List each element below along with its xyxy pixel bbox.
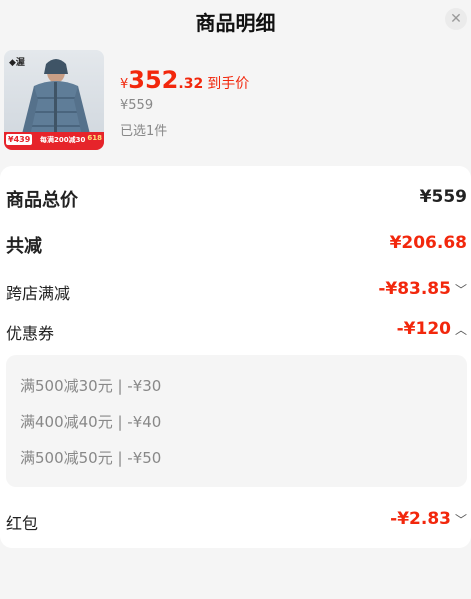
coupon-item: 满500减50元 | -¥50 bbox=[20, 449, 162, 467]
red-packet-value-wrap: -¥2.83 ﹀ bbox=[390, 509, 467, 529]
row-total: 商品总价 ¥559 bbox=[0, 180, 471, 216]
total-value: ¥559 bbox=[419, 187, 467, 207]
cross-store-value-wrap: -¥83.85 ﹀ bbox=[378, 279, 467, 299]
coupon-value: -¥120 bbox=[396, 319, 451, 339]
chevron-down-icon[interactable]: ﹀ bbox=[455, 283, 467, 297]
close-icon[interactable]: ✕ bbox=[445, 8, 467, 30]
discount-value: ¥206.68 bbox=[389, 233, 467, 253]
coupon-item: 满500减30元 | -¥30 bbox=[20, 377, 162, 395]
brand-logo: ◆渥 bbox=[9, 58, 25, 68]
chevron-up-icon[interactable]: ︿ bbox=[455, 323, 467, 337]
row-coupon[interactable]: 优惠券 -¥120 ︿ bbox=[0, 312, 471, 348]
product-thumbnail[interactable]: ◆渥 ¥439 每满200减30 618 bbox=[4, 50, 104, 150]
promo-strip: ¥439 每满200减30 618 bbox=[4, 132, 104, 150]
product-summary: ◆渥 ¥439 每满200减30 618 ¥352.32 到手价 ¥559 已选1… bbox=[0, 40, 471, 162]
chevron-down-icon[interactable]: ﹀ bbox=[455, 513, 467, 527]
total-label: 商品总价 bbox=[6, 190, 78, 211]
red-packet-value: -¥2.83 bbox=[390, 509, 451, 529]
thumb-badge: 618 bbox=[87, 134, 102, 142]
cross-store-label: 跨店满减 bbox=[6, 284, 71, 303]
cross-store-value: -¥83.85 bbox=[378, 279, 451, 299]
thumb-promo: 每满200减30 bbox=[40, 136, 86, 144]
selected-count: 已选1件 bbox=[120, 124, 168, 139]
price-integer: 352 bbox=[128, 66, 179, 94]
coupon-list: 满500减30元 | -¥30 满400减40元 | -¥40 满500减50元… bbox=[6, 355, 467, 487]
discount-label: 共减 bbox=[6, 236, 42, 257]
red-packet-label: 红包 bbox=[6, 514, 39, 533]
page-title: 商品明细 bbox=[195, 11, 276, 35]
row-cross-store[interactable]: 跨店满减 -¥83.85 ﹀ bbox=[0, 272, 471, 308]
coupon-label: 优惠券 bbox=[6, 324, 55, 343]
row-discount: 共减 ¥206.68 bbox=[0, 226, 471, 262]
original-price: ¥559 bbox=[120, 98, 154, 113]
price-breakdown-card: 商品总价 ¥559 共减 ¥206.68 跨店满减 -¥83.85 ﹀ 优惠券 -… bbox=[0, 166, 471, 548]
thumb-price: ¥439 bbox=[6, 134, 33, 145]
row-red-packet[interactable]: 红包 -¥2.83 ﹀ bbox=[0, 502, 471, 538]
final-price: ¥352.32 到手价 bbox=[120, 66, 249, 94]
price-decimal: .32 bbox=[178, 76, 204, 92]
header: 商品明细 ✕ bbox=[0, 0, 471, 40]
price-tag: 到手价 bbox=[207, 76, 250, 92]
coupon-value-wrap: -¥120 ︿ bbox=[397, 319, 467, 339]
coupon-item: 满400减40元 | -¥40 bbox=[20, 413, 162, 431]
